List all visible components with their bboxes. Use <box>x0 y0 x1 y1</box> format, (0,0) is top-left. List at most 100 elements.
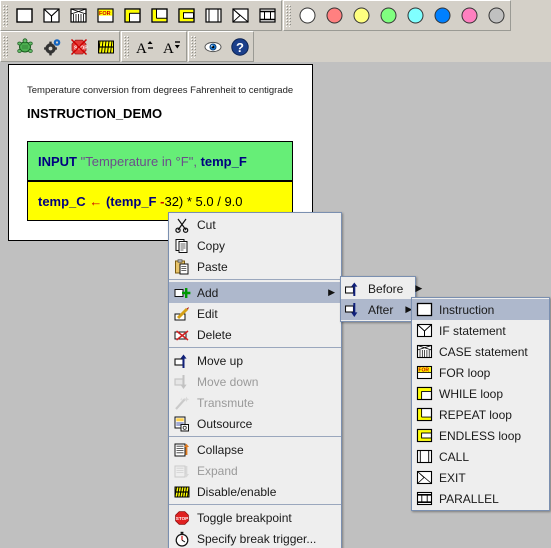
menu-item-label: Transmute <box>197 395 254 410</box>
scissors-icon <box>173 216 191 233</box>
svg-text:A: A <box>136 41 147 56</box>
application-window: FOR A A ? Temperature conversion from de… <box>0 0 551 548</box>
color-swatch-cyan[interactable] <box>403 3 428 28</box>
toolbar-gripper[interactable] <box>190 35 197 58</box>
menu-item-label: Collapse <box>197 442 244 457</box>
menu-separator <box>169 504 341 505</box>
instruction-box-icon[interactable] <box>12 3 37 28</box>
menu-item-paste[interactable]: Paste <box>169 256 341 277</box>
turtleizer-icon[interactable] <box>12 34 37 59</box>
menu-item-label: Disable/enable <box>197 484 277 499</box>
menu-item-toggle-breakpoint[interactable]: STOP Toggle breakpoint <box>169 507 341 528</box>
menu-item-label: Toggle breakpoint <box>197 510 292 525</box>
color-swatch-blue[interactable] <box>430 3 455 28</box>
menu-item-collapse[interactable]: Collapse <box>169 439 341 460</box>
nsd-element-input[interactable]: INPUT "Temperature in °F", temp_F <box>27 141 293 181</box>
menu-separator <box>169 347 341 348</box>
eye-icon[interactable] <box>200 34 225 59</box>
assign-rhs-open: (temp_F <box>105 193 157 209</box>
if-statement-icon[interactable] <box>39 3 64 28</box>
move-up-arrow-icon <box>173 352 191 369</box>
menu-item-disable-enable[interactable]: Disable/enable <box>169 481 341 502</box>
toolbar-gripper[interactable] <box>285 4 292 27</box>
executor-gear-icon[interactable] <box>39 34 64 59</box>
exit-icon[interactable] <box>228 3 253 28</box>
menu-item-outsource[interactable]: Outsource <box>169 413 341 434</box>
call-icon[interactable] <box>201 3 226 28</box>
toolbar-row-bottom: STOP A A ? <box>0 31 551 62</box>
color-swatch-white[interactable] <box>295 3 320 28</box>
toolbar-gripper[interactable] <box>2 4 9 27</box>
menu-item-before[interactable]: Before ▶ <box>341 278 422 299</box>
color-swatch-yellow[interactable] <box>349 3 374 28</box>
menu-item-instruction[interactable]: Instruction <box>412 299 549 320</box>
chevron-right-icon: ▶ <box>415 283 423 293</box>
menu-item-exit[interactable]: EXIT <box>412 467 549 488</box>
menu-item-cut[interactable]: Cut <box>169 214 341 235</box>
font-increase-icon[interactable]: A <box>133 34 158 59</box>
svg-text:A: A <box>163 41 174 56</box>
toolbar-gripper[interactable] <box>123 35 130 58</box>
menu-item-copy[interactable]: Copy <box>169 235 341 256</box>
menu-item-edit[interactable]: Edit <box>169 303 341 324</box>
menu-item-endless-loop[interactable]: ENDLESS loop <box>412 425 549 446</box>
color-swatch-gray[interactable] <box>484 3 509 28</box>
menu-item-label: After <box>368 302 394 317</box>
font-decrease-icon[interactable]: A <box>160 34 185 59</box>
color-swatch-red[interactable] <box>322 3 347 28</box>
exit-icon <box>415 469 433 486</box>
input-prompt: "Temperature in °F", <box>80 153 197 169</box>
svg-text:?: ? <box>236 40 244 55</box>
menu-item-label: Instruction <box>439 302 495 317</box>
menu-item-if-statement[interactable]: IF statement <box>412 320 549 341</box>
menu-item-move-down: Move down <box>169 371 341 392</box>
menu-item-label: Expand <box>197 463 238 478</box>
outsource-icon <box>173 415 191 432</box>
color-swatch-green[interactable] <box>376 3 401 28</box>
stopwatch-icon <box>173 530 191 547</box>
color-swatch-pink[interactable] <box>457 3 482 28</box>
help-icon[interactable]: ? <box>227 34 252 59</box>
menu-item-specify-break-trigger[interactable]: Specify break trigger... <box>169 528 341 548</box>
menu-item-case-statement[interactable]: CASE statement <box>412 341 549 362</box>
diagram-comment: Temperature conversion from degrees Fahr… <box>27 85 294 96</box>
menu-item-label: REPEAT loop <box>439 407 512 422</box>
menu-item-label: WHILE loop <box>439 386 504 401</box>
move-down-arrow-icon <box>173 373 191 390</box>
repeat-loop-icon[interactable] <box>147 3 172 28</box>
add-green-plus-icon <box>173 284 191 301</box>
input-keyword: INPUT <box>38 153 77 169</box>
menu-item-label: Delete <box>197 327 232 342</box>
call-icon <box>415 448 433 465</box>
menu-item-for-loop[interactable]: FOR FOR loop <box>412 362 549 383</box>
while-loop-icon[interactable] <box>120 3 145 28</box>
menu-item-move-up[interactable]: Move up <box>169 350 341 371</box>
toolbar-gripper[interactable] <box>2 35 9 58</box>
diagram-title: INSTRUCTION_DEMO <box>27 106 163 121</box>
for-loop-icon: FOR <box>415 364 433 381</box>
assign-rhs-rest: 32) * 5.0 / 9.0 <box>164 193 243 209</box>
menu-item-add[interactable]: Add ▶ <box>169 282 341 303</box>
parallel-icon[interactable] <box>255 3 280 28</box>
parallel-icon <box>415 490 433 507</box>
menu-item-delete[interactable]: Delete <box>169 324 341 345</box>
clipboard-paste-icon <box>173 258 191 275</box>
svg-text:STOP: STOP <box>176 516 188 521</box>
chevron-right-icon: ▶ <box>328 287 335 297</box>
repeat-loop-icon <box>415 406 433 423</box>
menu-item-while-loop[interactable]: WHILE loop <box>412 383 549 404</box>
case-statement-icon[interactable] <box>66 3 91 28</box>
svg-text:FOR: FOR <box>99 11 111 17</box>
disable-enable-icon[interactable] <box>93 34 118 59</box>
while-loop-icon <box>415 385 433 402</box>
endless-loop-icon[interactable] <box>174 3 199 28</box>
drop-breakpoints-icon[interactable]: STOP <box>66 34 91 59</box>
transmute-wand-icon <box>173 394 191 411</box>
for-loop-icon[interactable]: FOR <box>93 3 118 28</box>
menu-item-after[interactable]: After ▶ <box>341 299 415 320</box>
menu-item-label: Edit <box>197 306 218 321</box>
element-context-menu: Cut Copy Paste Add ▶ Edit Delete Move up… <box>168 212 342 548</box>
menu-item-call[interactable]: CALL <box>412 446 549 467</box>
menu-item-parallel[interactable]: PARALLEL <box>412 488 549 509</box>
menu-item-repeat-loop[interactable]: REPEAT loop <box>412 404 549 425</box>
